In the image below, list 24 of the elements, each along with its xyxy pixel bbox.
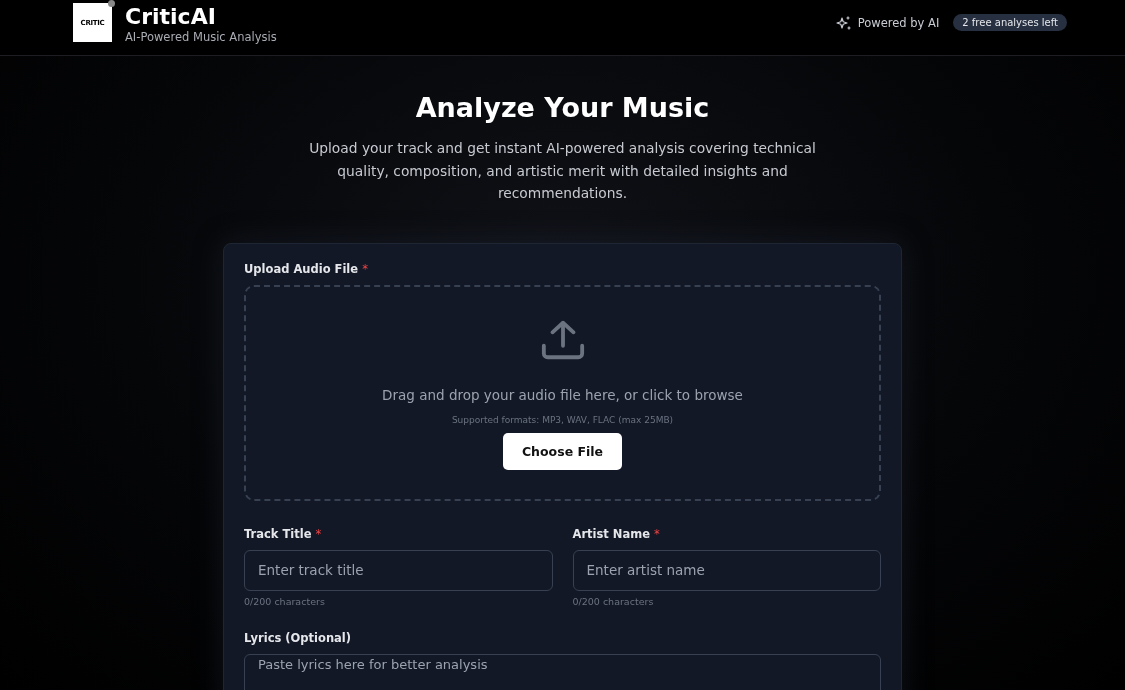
field-label: Upload Audio File — [244, 261, 359, 276]
powered-label: Powered by AI — [857, 15, 940, 30]
required-mark: * — [315, 526, 322, 541]
page-heading: Analyze Your Music — [415, 92, 710, 123]
drop-prompt: Drag and drop your audio file here, or click to browse — [382, 386, 743, 403]
page-description: Upload your track and get instant AI-powered analysis covering technical quality, composition, and artistic merit with detailed insights and recommendations. — [308, 139, 817, 203]
choose-file-button[interactable]: Choose File — [502, 432, 623, 470]
field-label: Artist Name — [572, 526, 651, 541]
field-label: Lyrics (Optional) — [244, 630, 352, 645]
field-label: Track Title — [244, 526, 312, 541]
character-counter: 0/200 characters — [244, 595, 326, 607]
credits-badge: 2 free analyses left — [953, 14, 1067, 31]
app-title: CriticAI — [125, 3, 217, 30]
drop-zone[interactable]: Drag and drop your audio file here, or click to browse Supported formats: MP3, WAV, FLAC (max 25MB) Choose File — [244, 284, 881, 501]
status-dot — [108, 0, 115, 7]
text-input[interactable]: Enter track title — [244, 549, 553, 591]
sparkles-icon — [835, 14, 852, 31]
lyrics-input[interactable]: Paste lyrics here for better analysis — [244, 653, 881, 690]
text-input[interactable]: Enter artist name — [572, 549, 881, 591]
formats-note: Supported formats: MP3, WAV, FLAC (max 25MB) — [451, 414, 674, 425]
app-subtitle: AI-Powered Music Analysis — [125, 29, 277, 44]
required-mark: * — [362, 261, 368, 276]
character-counter: 0/200 characters — [572, 595, 655, 607]
required-mark: * — [654, 526, 660, 541]
